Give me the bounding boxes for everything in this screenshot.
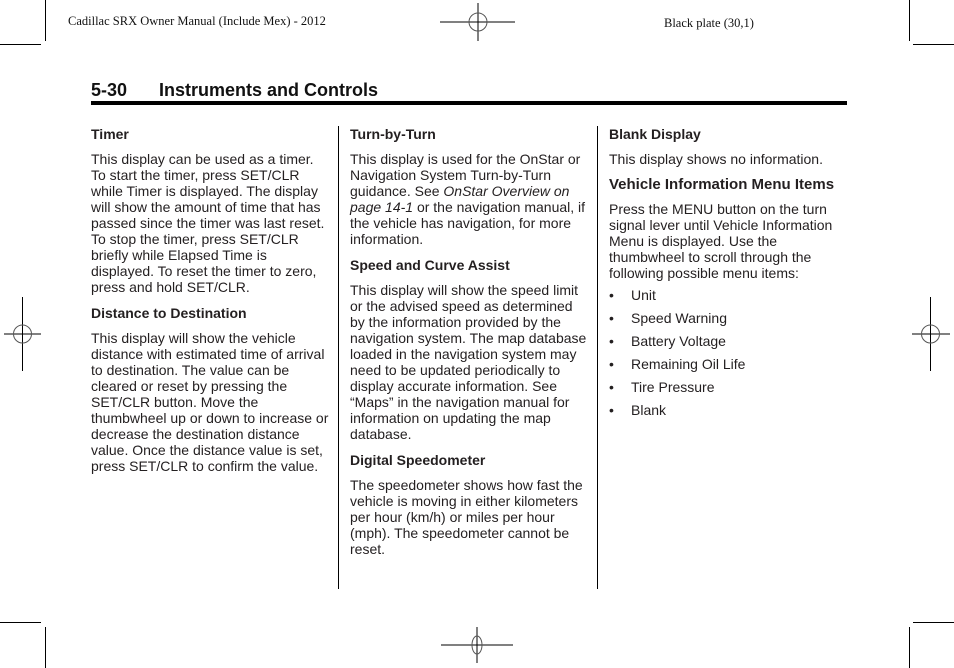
document-title: Cadillac SRX Owner Manual (Include Mex) … bbox=[68, 14, 326, 28]
column-divider-2 bbox=[597, 126, 598, 589]
list-item: • Unit bbox=[609, 287, 656, 303]
registration-mark-right-icon bbox=[912, 297, 950, 371]
turn-by-turn-body: This display is used for the OnStar or N… bbox=[350, 151, 590, 247]
registration-mark-left-icon bbox=[4, 297, 41, 371]
bullet-icon: • bbox=[609, 287, 614, 303]
bullet-icon: • bbox=[609, 402, 614, 418]
crop-mark-bottom-left-horizontal bbox=[0, 622, 41, 623]
list-item: • Tire Pressure bbox=[609, 379, 715, 395]
crop-mark-top-left-vertical bbox=[45, 0, 46, 41]
crop-mark-bottom-right-horizontal bbox=[913, 622, 954, 623]
crop-mark-top-right-horizontal bbox=[913, 44, 954, 45]
column-3: Blank Display This display shows no info… bbox=[609, 126, 849, 425]
list-item: • Speed Warning bbox=[609, 310, 727, 326]
plate-label: Black plate (30,1) bbox=[664, 16, 754, 30]
column-2: Turn-by-Turn This display is used for th… bbox=[350, 126, 590, 567]
menu-items-list: • Unit • Speed Warning • Battery Voltage • R… bbox=[609, 287, 849, 418]
turn-by-turn-heading: Turn-by-Turn bbox=[350, 126, 436, 142]
blank-display-body: This display shows no information. bbox=[609, 151, 823, 167]
crop-mark-top-right-vertical bbox=[909, 0, 910, 41]
speed-curve-heading: Speed and Curve Assist bbox=[350, 257, 510, 273]
bullet-icon: • bbox=[609, 333, 614, 349]
crop-mark-bottom-right-vertical bbox=[909, 627, 910, 668]
list-item: • Battery Voltage bbox=[609, 333, 726, 349]
bullet-icon: • bbox=[609, 379, 614, 395]
speed-curve-body: This display will show the speed limit o… bbox=[350, 282, 587, 442]
column-1: Timer This display can be used as a time… bbox=[91, 126, 331, 484]
list-item: • Blank bbox=[609, 402, 667, 418]
section-number: 5-30 bbox=[91, 80, 128, 100]
vehicle-info-menu-heading: Vehicle Information Menu Items bbox=[609, 176, 835, 193]
section-title: Instruments and Controls bbox=[159, 80, 379, 100]
timer-body: This display can be used as a timer. To … bbox=[91, 151, 325, 295]
column-divider-1 bbox=[338, 126, 339, 589]
vehicle-info-menu-body: Press the MENU button on the turn signal… bbox=[609, 201, 833, 281]
registration-mark-top-icon bbox=[440, 3, 515, 41]
digital-speedometer-heading: Digital Speedometer bbox=[350, 452, 486, 468]
bullet-icon: • bbox=[609, 356, 614, 372]
blank-display-heading: Blank Display bbox=[609, 126, 701, 142]
registration-mark-bottom-icon bbox=[441, 627, 513, 663]
crop-mark-bottom-left-vertical bbox=[45, 627, 46, 668]
digital-speedometer-body: The speedometer shows how fast the vehic… bbox=[350, 477, 583, 557]
distance-body: This display will show the vehicle dista… bbox=[91, 330, 329, 474]
list-item: • Remaining Oil Life bbox=[609, 356, 746, 372]
crop-mark-top-left-horizontal bbox=[0, 44, 41, 45]
bullet-icon: • bbox=[609, 310, 614, 326]
distance-heading: Distance to Destination bbox=[91, 305, 247, 321]
header-rule bbox=[91, 101, 847, 105]
timer-heading: Timer bbox=[91, 126, 129, 142]
